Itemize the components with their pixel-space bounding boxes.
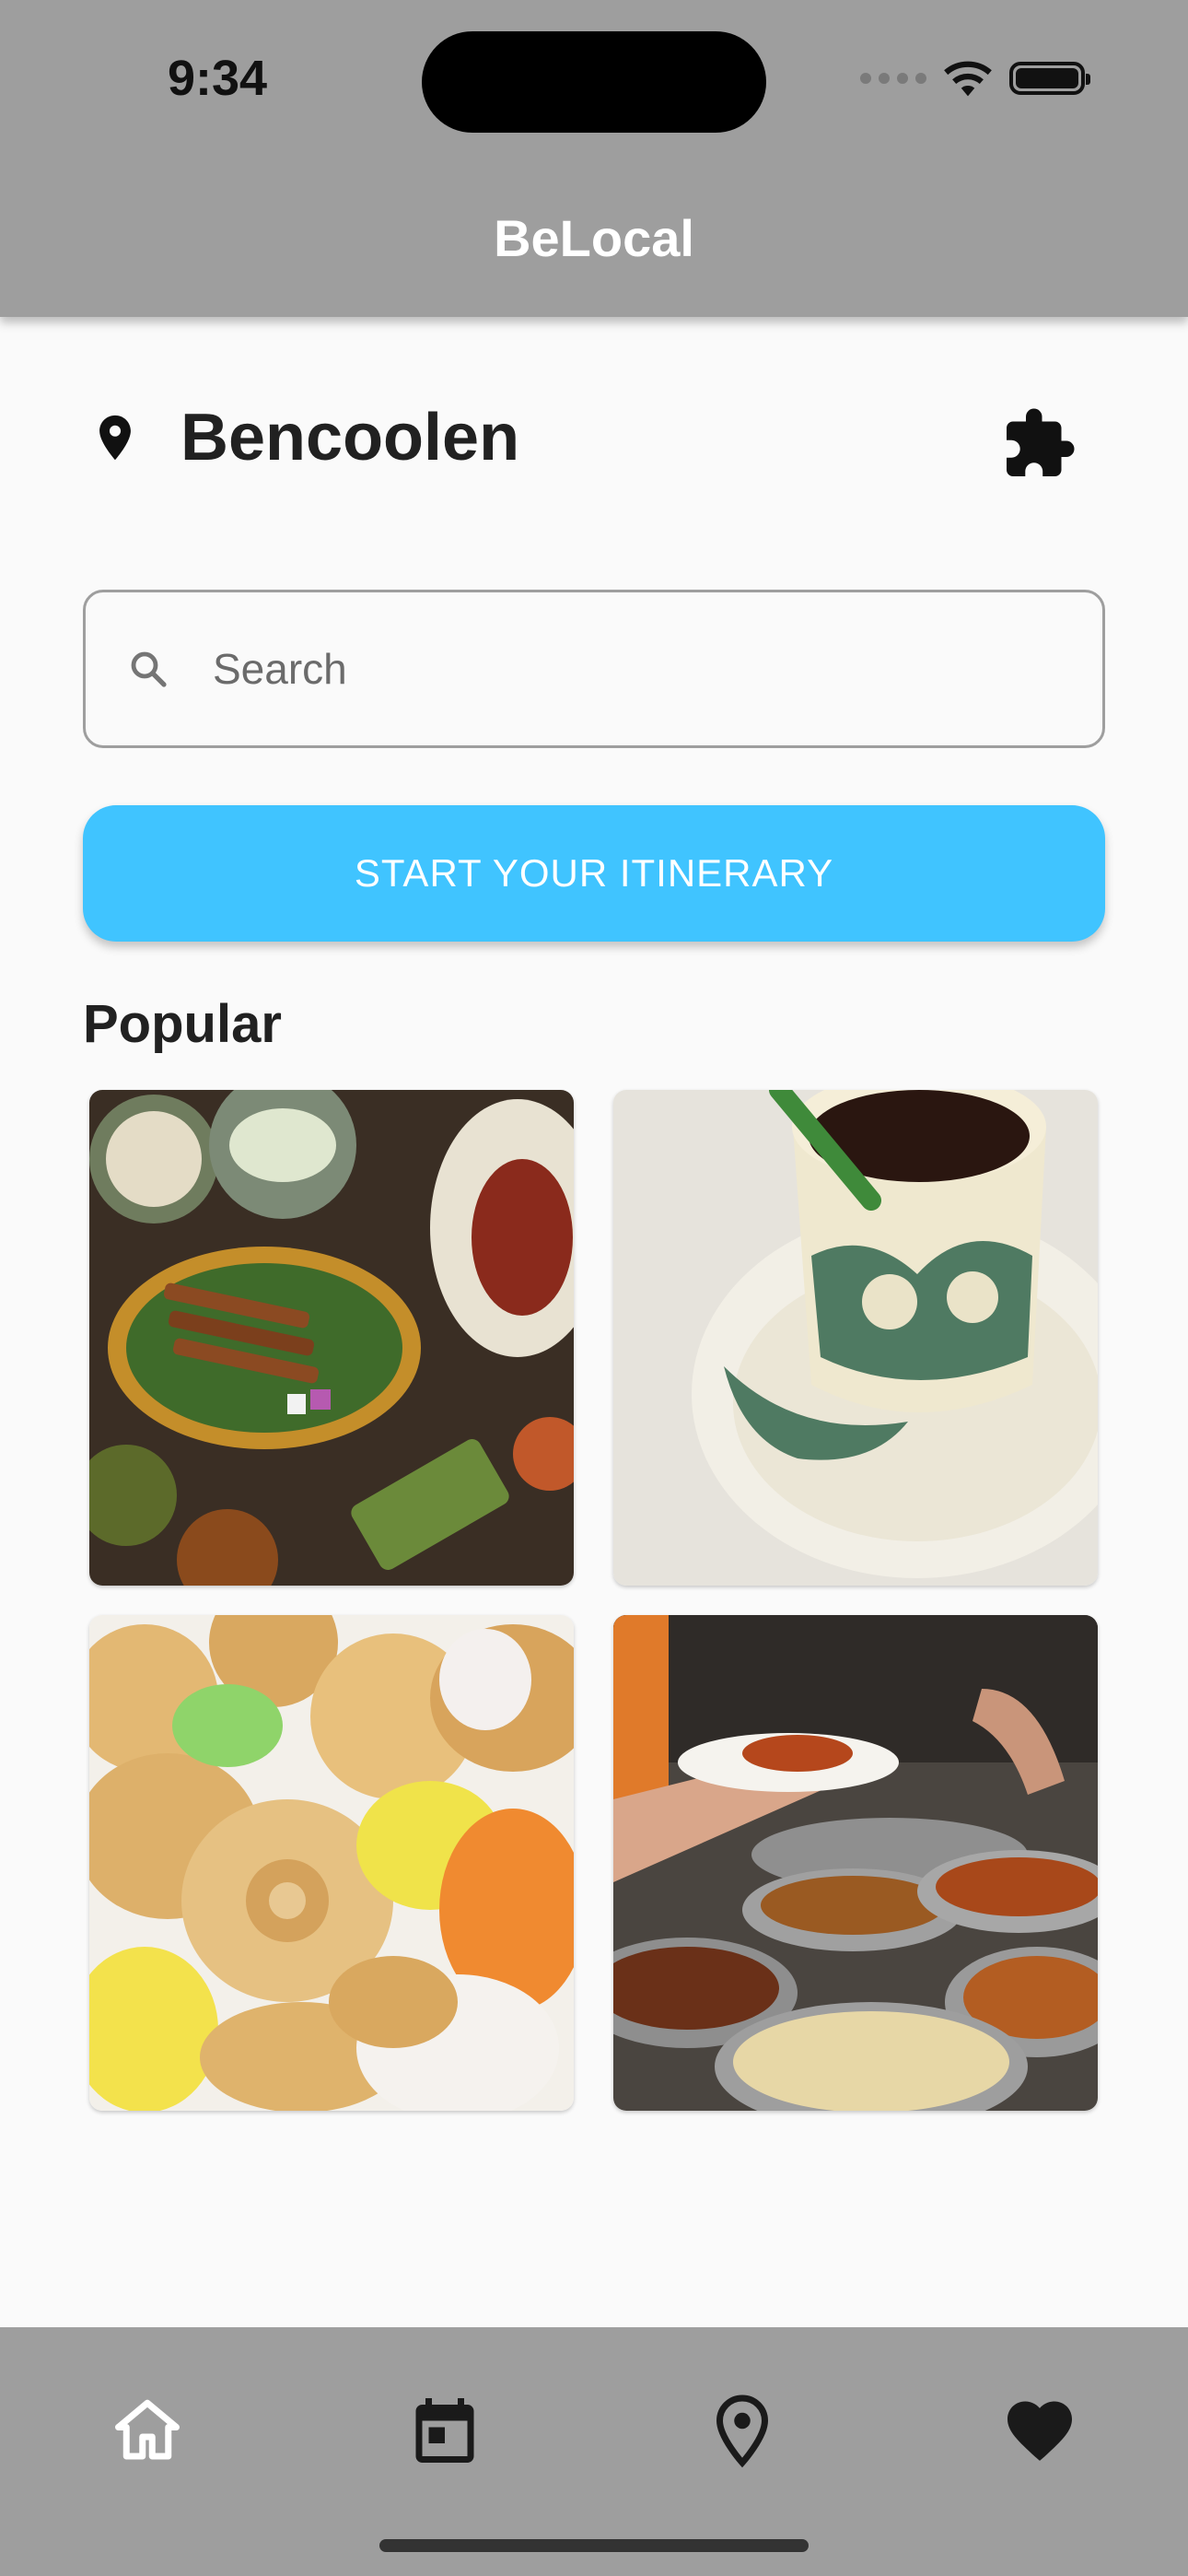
puzzle-icon [1007, 408, 1075, 476]
home-icon [115, 2399, 180, 2460]
search-input[interactable] [211, 643, 1043, 695]
nav-home[interactable] [109, 2392, 186, 2469]
wifi-icon [944, 61, 992, 97]
dynamic-island [422, 31, 766, 133]
popular-item-kopi[interactable] [613, 1090, 1098, 1586]
popular-item-nasi-padang[interactable] [613, 1615, 1098, 2111]
battery-icon [1009, 62, 1090, 95]
app-bar: 9:34 BeLocal [0, 0, 1188, 317]
popular-item-malay-food[interactable] [89, 1090, 574, 1586]
nav-map[interactable] [704, 2392, 781, 2469]
status-indicators [860, 55, 1090, 101]
location-name: Bencoolen [181, 401, 520, 474]
food-spread-image [89, 1090, 574, 1586]
nav-favorites[interactable] [1001, 2392, 1078, 2469]
start-itinerary-button[interactable]: START YOUR ITINERARY [83, 805, 1105, 942]
kopi-image [613, 1090, 1098, 1586]
search-icon [131, 651, 167, 687]
app-title: BeLocal [494, 209, 694, 267]
popular-heading: Popular [83, 994, 282, 1054]
nasi-padang-image [613, 1615, 1098, 2111]
location-header: Bencoolen [88, 396, 519, 479]
kueh-image [89, 1615, 574, 2111]
location-pin-icon [99, 415, 131, 461]
calendar-icon [415, 2398, 474, 2463]
nav-calendar[interactable] [406, 2392, 483, 2469]
home-indicator[interactable] [379, 2539, 809, 2552]
search-field[interactable] [83, 590, 1105, 748]
signal-icon [860, 73, 926, 84]
popular-item-kueh[interactable] [89, 1615, 574, 2111]
puzzle-button[interactable] [1000, 405, 1077, 483]
status-time: 9:34 [168, 51, 268, 106]
heart-icon [1007, 2401, 1072, 2461]
location-outline-icon [716, 2395, 769, 2468]
